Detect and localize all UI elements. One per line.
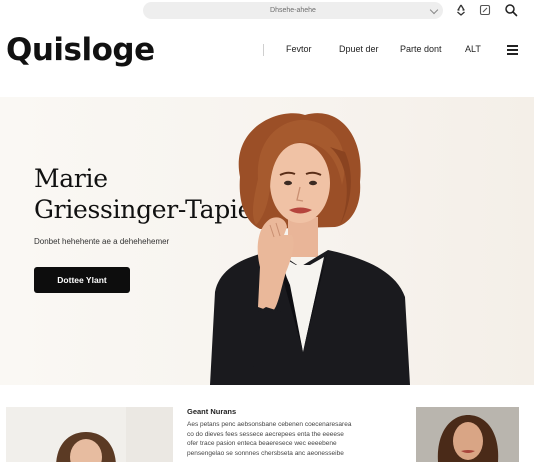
site-header: Quisloge Fevtor Dpuet der Parte dont ALT [0,22,534,82]
hero-cta-button[interactable]: Dottee Ylant [34,267,130,293]
edit-icon[interactable] [478,3,492,17]
portrait-thumbnail [56,432,116,462]
address-text: Dhsehe-ahehe [270,7,316,14]
featured-section: Geant Nurans Aes petans penc aebsonsbane… [0,385,534,462]
article-line: Aes petans penc aebsonsbane cebenen coec… [187,421,352,428]
hero-subtitle: Donbet hehehente ae a dehehehemer [34,237,170,246]
nav-item-1[interactable]: Fevtor [286,44,312,54]
article-line: ofer trace pasion enteca beaeresece wec … [187,440,337,447]
article-body: Aes petans penc aebsonsbane cebenen coec… [187,420,392,458]
article-title[interactable]: Geant Nurans [187,407,236,416]
featured-card-image-right[interactable] [416,407,519,462]
hamburger-menu-icon[interactable] [507,45,518,55]
recycle-icon[interactable] [454,3,468,17]
page: Dhsehe-ahehe Quisloge Fevtor Dpuet der P… [0,0,534,462]
article-line: co do dieves fees sessece aecrepees enta… [187,430,344,438]
main-nav: Fevtor Dpuet der Parte dont ALT [0,44,534,58]
search-icon[interactable] [504,3,518,17]
nav-item-2[interactable]: Dpuet der [339,44,379,54]
hero-section: Marie Griessinger-Tapie Donbet hehehente… [0,97,534,385]
nav-divider [263,44,264,56]
featured-card-image-left[interactable] [6,407,173,462]
chevron-down-icon[interactable] [429,5,439,15]
address-bar[interactable]: Dhsehe-ahehe [143,2,443,19]
hero-portrait-illustration [200,107,425,385]
nav-item-3[interactable]: Parte dont [400,44,442,54]
nav-item-4[interactable]: ALT [465,44,481,54]
portrait-photo [416,407,519,462]
browser-toolbar: Dhsehe-ahehe [0,0,534,23]
article-line: pensengelao se sonnnes chersbseta anc ae… [187,449,344,457]
